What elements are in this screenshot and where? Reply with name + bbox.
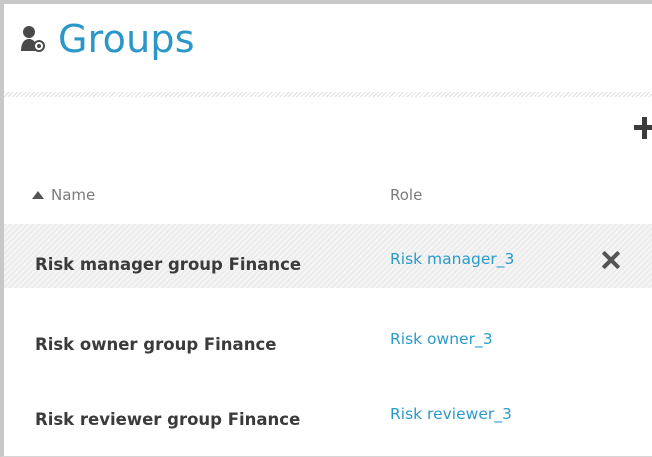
sort-ascending-icon [32, 191, 44, 199]
groups-panel: Groups Name Role Risk manager group Fina… [0, 0, 652, 457]
add-group-button[interactable] [632, 116, 652, 140]
table-row[interactable]: Risk reviewer group Finance Risk reviewe… [4, 352, 652, 429]
column-header-name-label: Name [51, 186, 96, 204]
column-header-name[interactable]: Name [32, 186, 95, 204]
column-header-role[interactable]: Role [390, 186, 422, 204]
header-divider [4, 92, 652, 97]
column-header-role-label: Role [390, 186, 423, 204]
page-header: Groups [18, 12, 195, 66]
role-link[interactable]: Risk owner_3 [390, 330, 493, 348]
page-title: Groups [58, 17, 195, 61]
role-link[interactable]: Risk reviewer_3 [390, 405, 512, 423]
group-name: Risk manager group Finance [35, 255, 302, 274]
user-group-icon [18, 24, 46, 54]
table-row[interactable]: Risk owner group Finance Risk owner_3 [4, 288, 652, 354]
group-name: Risk reviewer group Finance [35, 410, 301, 429]
delete-row-button[interactable] [602, 251, 620, 269]
role-link[interactable]: Risk manager_3 [390, 250, 514, 268]
table-row[interactable]: Risk manager group Finance Risk manager_… [4, 224, 652, 288]
